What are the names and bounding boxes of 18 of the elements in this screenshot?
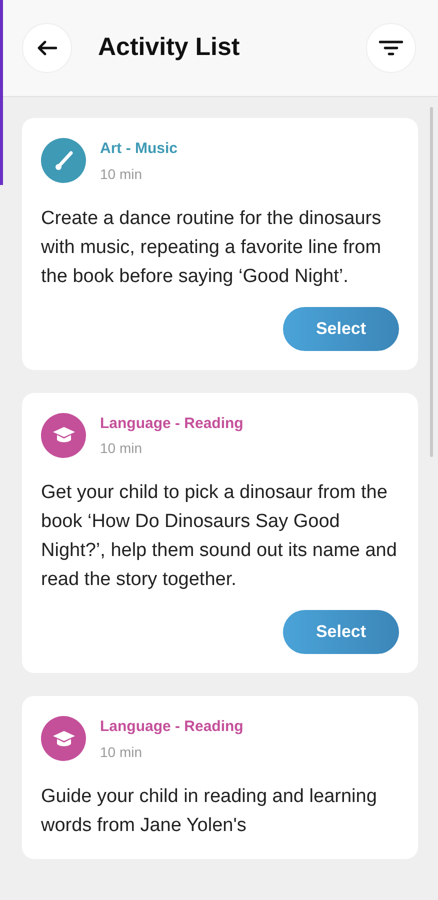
brush-icon [52,150,74,172]
back-arrow-icon [37,40,57,56]
duration-label: 10 min [100,742,144,762]
filter-button[interactable] [366,23,416,73]
activity-description: Guide your child in reading and learning words from Jane Yolen's [41,784,378,838]
back-button[interactable] [22,23,72,73]
select-button[interactable]: Select [283,306,399,350]
page-title: Activity List [98,32,240,64]
activity-description: Get your child to pick a dinosaur from the book ‘How Do Dinosaurs Say Good Night?’, help them sound out its name and read the story together. [41,481,398,592]
category-label: Language - Reading [100,414,244,434]
category-label: Language - Reading [100,717,244,737]
activity-description: Create a dance routine for the dinosaurs with music, repeating a favorite line from the book before saying ‘Good Night’. [41,206,382,288]
filter-icon [379,39,403,57]
duration-label: 10 min [100,439,144,458]
scrollbar-thumb[interactable] [430,107,433,457]
duration-label: 10 min [100,164,144,184]
category-label: Art - Music [100,139,178,159]
select-button[interactable]: Select [283,610,399,654]
